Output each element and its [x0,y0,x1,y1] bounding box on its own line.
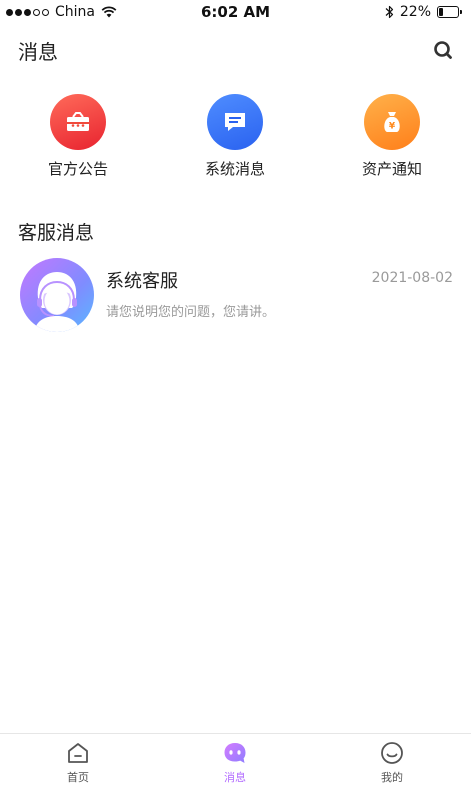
search-icon[interactable] [433,40,453,60]
home-icon [68,743,88,763]
status-bar: China 6:02 AM 22% [0,0,471,24]
category-label: 系统消息 [204,160,265,178]
tab-label: 消息 [224,771,246,784]
list-item-customer-service[interactable]: 系统客服 2021-08-02 请您说明您的问题，您请讲。 [0,252,471,332]
section-title: 客服消息 [18,222,95,244]
money-bag-icon: ¥ [364,94,420,150]
tab-home[interactable]: 首页 [38,740,118,785]
message-date: 2021-08-02 [371,270,453,286]
category-label: 官方公告 [47,160,108,178]
customer-service-avatar [20,258,94,332]
category-system-message[interactable]: 系统消息 [175,94,295,179]
svg-text:¥: ¥ [389,122,396,132]
tab-messages[interactable]: 消息 [195,740,275,785]
tab-label: 首页 [67,771,89,784]
contact-name: 系统客服 [106,271,178,292]
category-label: 资产通知 [361,160,422,178]
status-right: 22% [385,4,463,20]
chat-icon [224,743,246,763]
page-title: 消息 [18,40,58,64]
profile-icon [381,742,403,764]
message-preview: 请您说明您的问题，您请讲。 [106,305,276,320]
battery-icon [437,6,463,18]
battery-percent: 22% [399,4,431,20]
category-official-announcement[interactable]: 官方公告 [18,94,138,179]
category-row: 官方公告 系统消息 ¥ 资产通知 [0,94,471,184]
bluetooth-icon [385,5,393,19]
tab-label: 我的 [381,771,403,784]
announcement-icon [50,94,106,150]
category-asset-notice[interactable]: ¥ 资产通知 [332,94,452,179]
tab-profile[interactable]: 我的 [352,740,432,785]
message-icon [207,94,263,150]
tab-bar: 首页 消息 我的 [0,733,471,791]
